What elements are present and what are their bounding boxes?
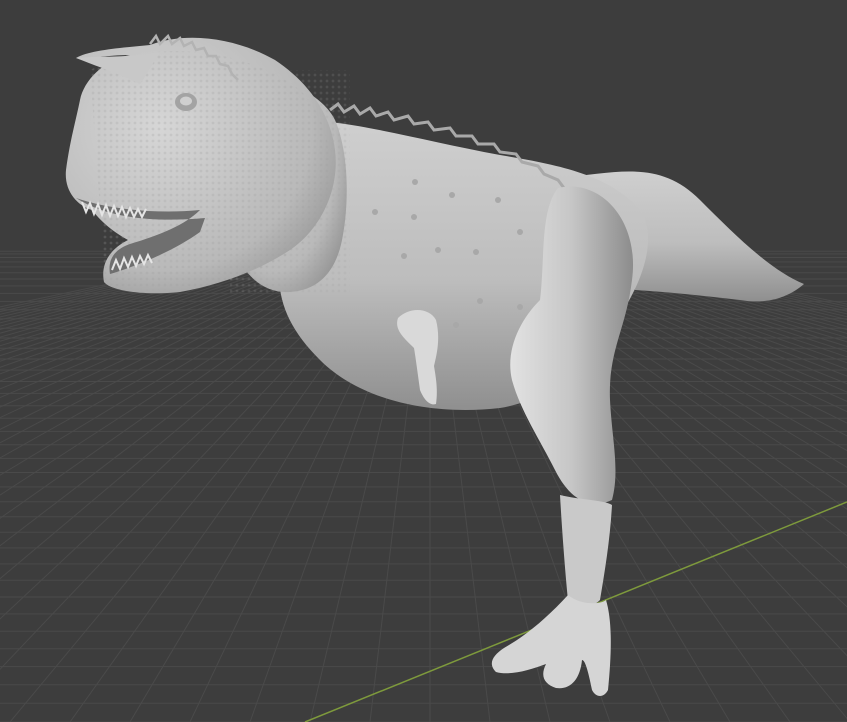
grid-line — [0, 249, 323, 352]
grid-line — [0, 249, 327, 357]
grid-line — [0, 249, 275, 310]
grid-line — [0, 249, 271, 308]
model-rear-leg-shin — [560, 495, 612, 608]
grid-line — [0, 249, 335, 368]
3d-viewport[interactable] — [0, 0, 847, 722]
grid-line — [0, 249, 279, 313]
model-foot — [491, 595, 611, 696]
grid-line — [0, 249, 283, 315]
viewport-canvas[interactable] — [0, 0, 847, 722]
